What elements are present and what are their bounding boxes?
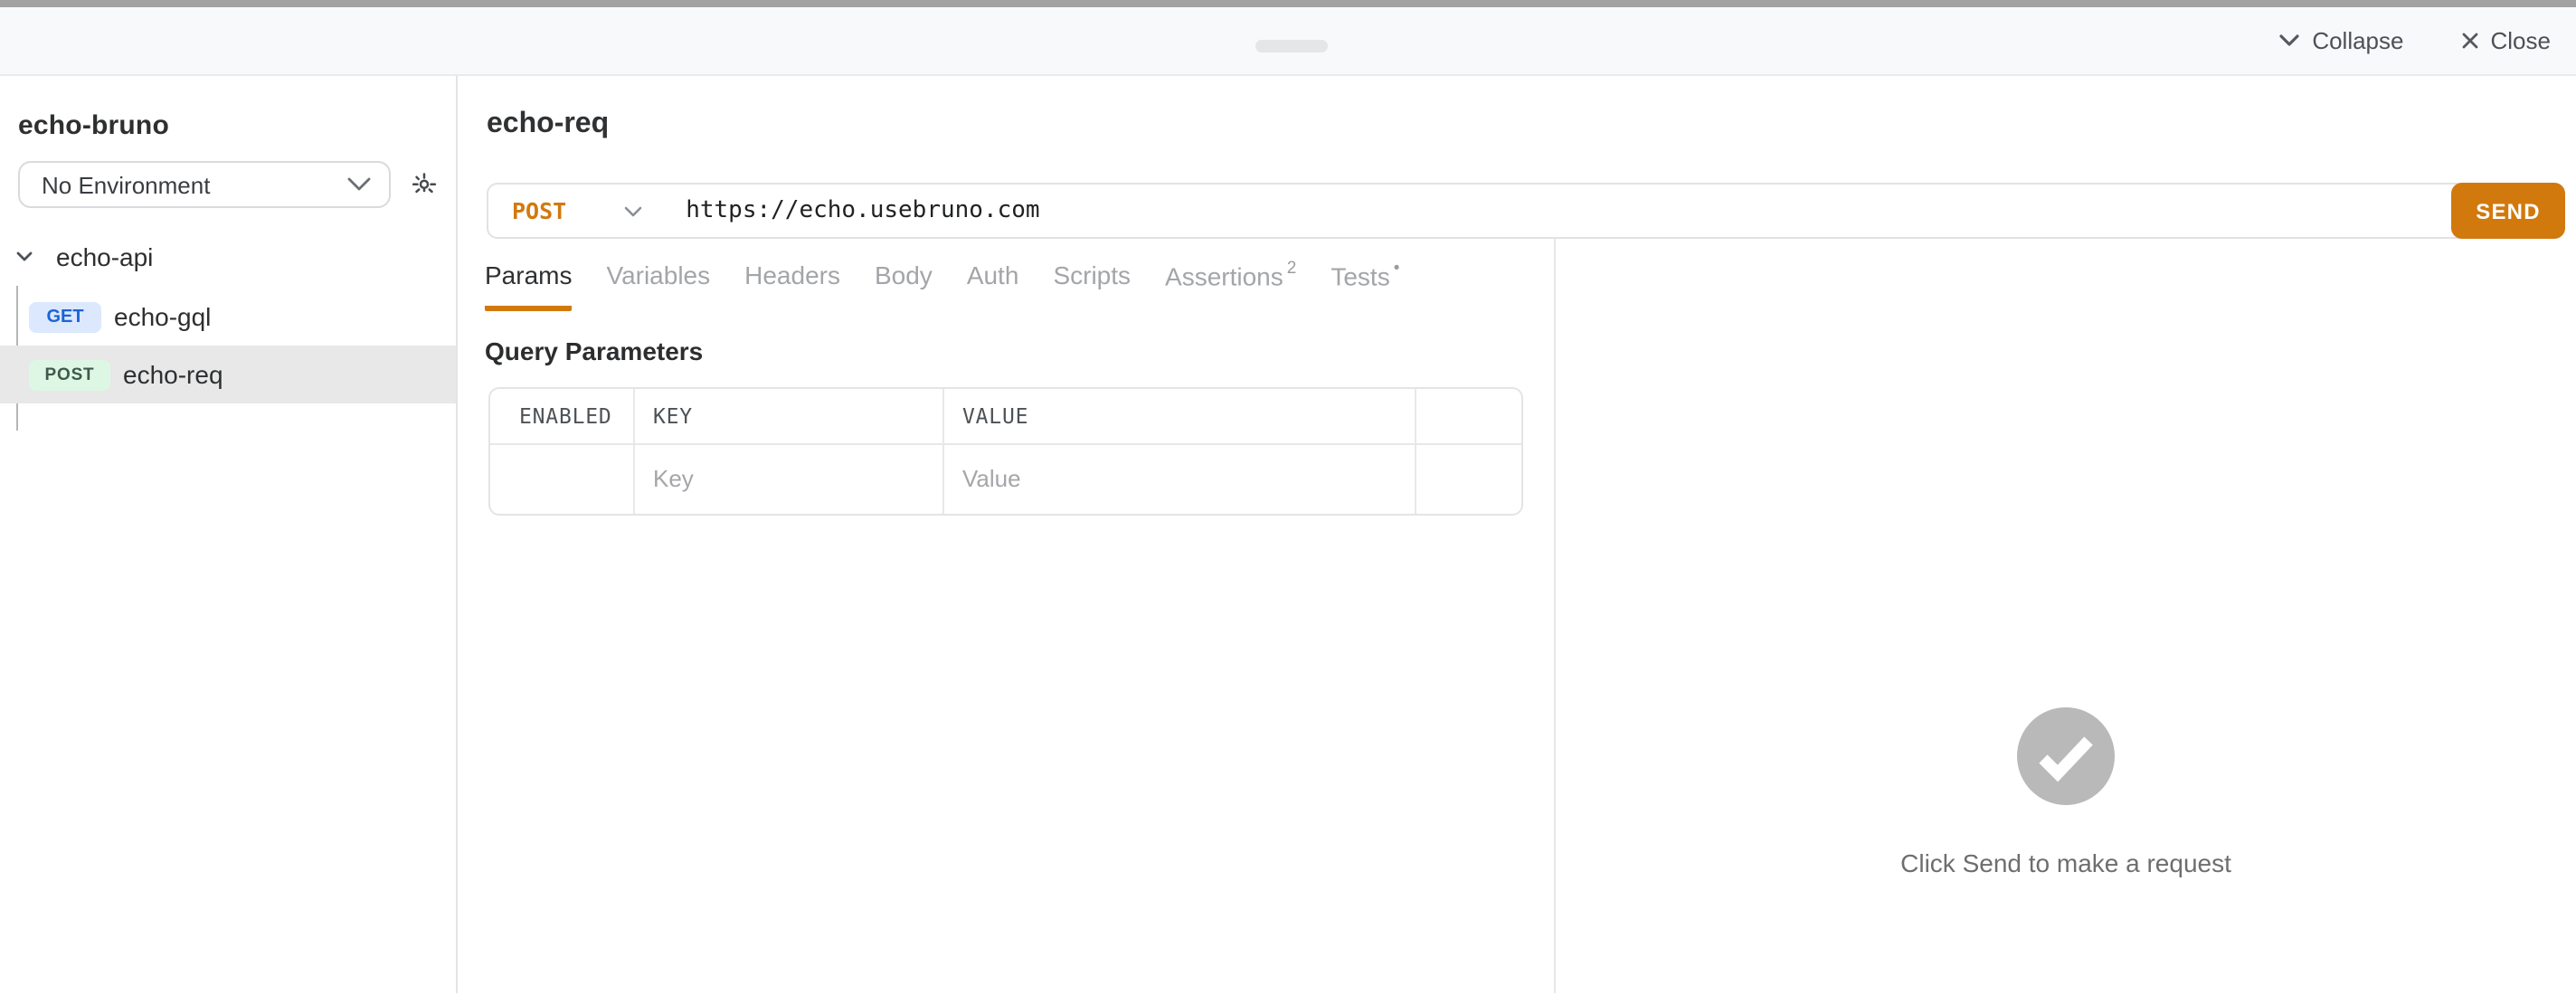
param-key-cell: [633, 444, 942, 513]
tab-tests[interactable]: Tests•: [1331, 261, 1399, 310]
send-button[interactable]: SEND: [2451, 183, 2565, 239]
collection-name: echo-api: [56, 242, 153, 271]
tab-assertions[interactable]: Assertions2: [1165, 261, 1296, 310]
column-header-key: KEY: [633, 388, 942, 442]
close-icon: [2462, 33, 2478, 49]
request-pane: Params Variables Headers Body Auth Scrip…: [458, 239, 1554, 993]
environment-settings-icon[interactable]: [411, 171, 438, 198]
query-parameters-heading: Query Parameters: [485, 336, 1554, 365]
response-pane: Click Send to make a request: [1556, 239, 2576, 993]
workspace-title: echo-bruno: [18, 110, 169, 141]
tab-auth[interactable]: Auth: [967, 261, 1019, 310]
os-drag-strip: [0, 0, 2576, 7]
environment-row: No Environment: [18, 161, 438, 208]
sidebar: echo-bruno No Environment: [0, 76, 458, 993]
param-enabled-cell[interactable]: [490, 444, 633, 513]
environment-value: No Environment: [42, 171, 347, 198]
param-value-cell: [942, 444, 1415, 513]
header-actions: Collapse Close: [2279, 7, 2551, 74]
url-input[interactable]: [686, 197, 2563, 224]
app-window: Collapse Close echo-bruno No Environment: [0, 0, 2576, 995]
chevron-down-icon[interactable]: [624, 205, 642, 216]
drag-handle[interactable]: [1255, 40, 1328, 52]
empty-state-text: Click Send to make a request: [1900, 848, 2231, 877]
tab-params[interactable]: Params: [485, 261, 572, 310]
close-button[interactable]: Close: [2462, 27, 2552, 54]
param-actions-cell: [1415, 444, 1521, 513]
column-header-value: VALUE: [942, 388, 1415, 442]
tab-variables[interactable]: Variables: [606, 261, 710, 310]
request-name: echo-req: [123, 360, 223, 389]
close-label: Close: [2491, 27, 2552, 54]
request-item-echo-req[interactable]: POST echo-req: [0, 346, 456, 403]
param-value-input[interactable]: [962, 465, 1415, 492]
environment-selector[interactable]: No Environment: [18, 161, 391, 208]
collapse-button[interactable]: Collapse: [2279, 27, 2403, 54]
column-header-enabled: ENABLED: [490, 388, 633, 442]
tab-body[interactable]: Body: [875, 261, 933, 310]
checkmark-icon: [2017, 707, 2115, 805]
table-row: [490, 444, 1521, 513]
chevron-down-icon: [2279, 34, 2299, 47]
assertions-count-badge: 2: [1287, 259, 1297, 279]
method-badge-post: POST: [29, 359, 110, 390]
request-name: echo-gql: [114, 302, 211, 331]
url-bar: POST SEND: [487, 183, 2565, 239]
main-pane: echo-req POST SEND Params Variables Head…: [458, 76, 2576, 993]
request-tabs: Params Variables Headers Body Auth Scrip…: [485, 261, 1554, 310]
app-header: Collapse Close: [0, 7, 2576, 76]
column-header-actions: [1415, 388, 1521, 442]
chevron-down-icon: [347, 177, 371, 192]
collection-item[interactable]: echo-api: [0, 242, 456, 271]
method-dropdown-value[interactable]: POST: [512, 197, 566, 224]
chevron-down-icon: [16, 251, 33, 262]
tests-dot-badge: •: [1394, 259, 1400, 279]
method-badge-get: GET: [29, 301, 101, 332]
request-title: echo-req: [487, 109, 609, 141]
query-params-table: ENABLED KEY VALUE: [488, 386, 1523, 515]
table-header-row: ENABLED KEY VALUE: [490, 388, 1521, 444]
tab-headers[interactable]: Headers: [744, 261, 840, 310]
request-item-echo-gql[interactable]: GET echo-gql: [0, 288, 456, 346]
collapse-label: Collapse: [2312, 27, 2403, 54]
param-key-input[interactable]: [653, 465, 942, 492]
tab-scripts[interactable]: Scripts: [1053, 261, 1131, 310]
collection-tree: echo-api GET echo-gql POST echo-req: [0, 242, 456, 403]
